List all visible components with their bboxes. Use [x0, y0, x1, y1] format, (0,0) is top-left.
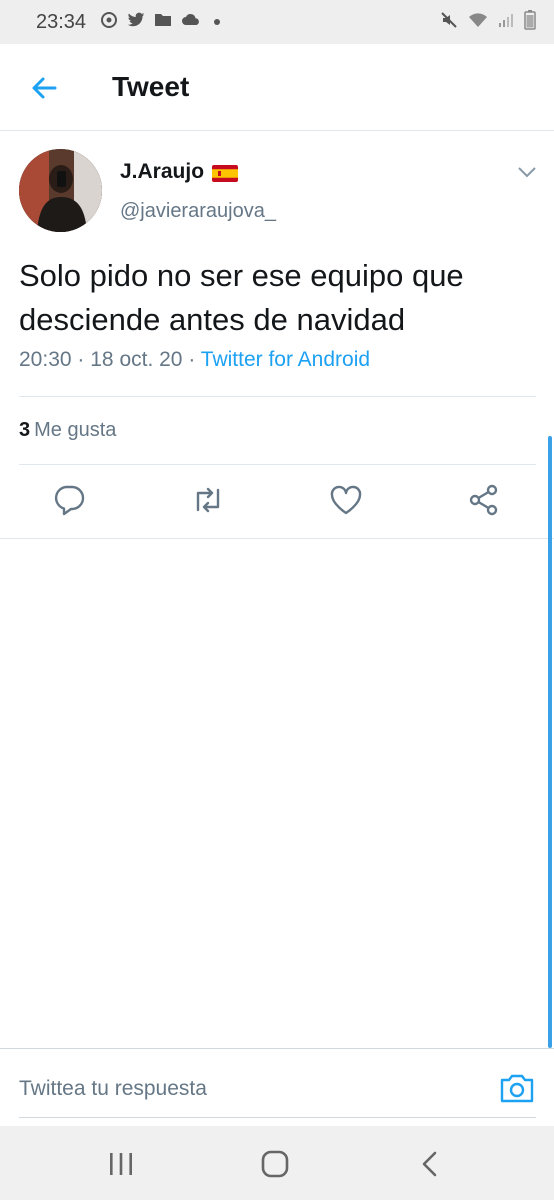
author-handle[interactable]: @javieraraujova_: [120, 200, 276, 223]
camera-button[interactable]: [499, 1072, 535, 1104]
reply-button[interactable]: [51, 482, 87, 518]
tweet-date: 18 oct. 20: [90, 348, 183, 371]
meta-separator: ·: [77, 348, 85, 371]
folder-icon: [154, 12, 172, 32]
retweet-button[interactable]: [190, 482, 226, 518]
tweet-action-bar: [0, 482, 554, 522]
home-button[interactable]: [259, 1148, 291, 1180]
likes-label: Me gusta: [34, 419, 117, 441]
top-app-bar: Tweet: [0, 44, 554, 131]
status-bar: 23:34: [0, 0, 554, 44]
avatar[interactable]: [19, 149, 102, 232]
author-name-row[interactable]: J.Araujo: [120, 160, 239, 184]
heart-icon: [330, 485, 362, 515]
status-time: 23:34: [36, 10, 87, 33]
divider: [19, 464, 536, 465]
signal-icon: [498, 12, 514, 33]
tweet-metadata: 20:30 · 18 oct. 20 · Twitter for Android: [19, 348, 370, 372]
chevron-left-icon: [422, 1151, 437, 1177]
retweet-icon: [196, 487, 220, 513]
chevron-down-icon: [518, 167, 536, 178]
recent-apps-button[interactable]: [105, 1148, 137, 1180]
likes-count: 3: [19, 419, 31, 441]
home-icon: [261, 1150, 289, 1178]
reply-composer[interactable]: Twittea tu respuesta: [0, 1048, 554, 1126]
like-button[interactable]: [328, 482, 364, 518]
meta-separator: ·: [188, 348, 196, 371]
divider: [0, 538, 554, 539]
system-navigation-bar: [0, 1126, 554, 1200]
recent-apps-icon: [110, 1153, 132, 1175]
twitter-bird-icon: [127, 12, 145, 33]
tweet-detail-screen: 23:34 Tweet J.Araujo @javieraraujova_ So…: [0, 0, 554, 1200]
tweet-text: Solo pido no ser ese equipo que desciend…: [19, 258, 464, 337]
share-button[interactable]: [466, 482, 502, 518]
cloud-icon: [181, 13, 201, 31]
author-name[interactable]: J.Araujo: [120, 160, 204, 184]
camera-icon: [500, 1074, 534, 1103]
sync-icon: [100, 11, 118, 34]
tweet-source-link[interactable]: Twitter for Android: [201, 348, 370, 371]
arrow-left-icon: [32, 77, 57, 99]
reply-icon: [54, 485, 85, 516]
spain-flag-icon: [212, 164, 239, 182]
tweet-time: 20:30: [19, 348, 72, 371]
tweet-menu-button[interactable]: [516, 164, 538, 180]
reply-input-underline: [19, 1117, 536, 1118]
share-icon: [469, 484, 498, 516]
mute-icon: [440, 11, 458, 34]
battery-icon: [524, 9, 536, 35]
dot-icon: [214, 19, 221, 25]
back-button[interactable]: [28, 72, 60, 104]
divider: [19, 396, 536, 397]
wifi-icon: [468, 12, 488, 33]
scrollbar[interactable]: [548, 436, 552, 1048]
reply-input[interactable]: Twittea tu respuesta: [19, 1077, 207, 1101]
back-nav-button[interactable]: [414, 1148, 446, 1180]
likes-count-link[interactable]: 3 Me gusta: [19, 419, 116, 442]
page-title: Tweet: [112, 71, 190, 102]
